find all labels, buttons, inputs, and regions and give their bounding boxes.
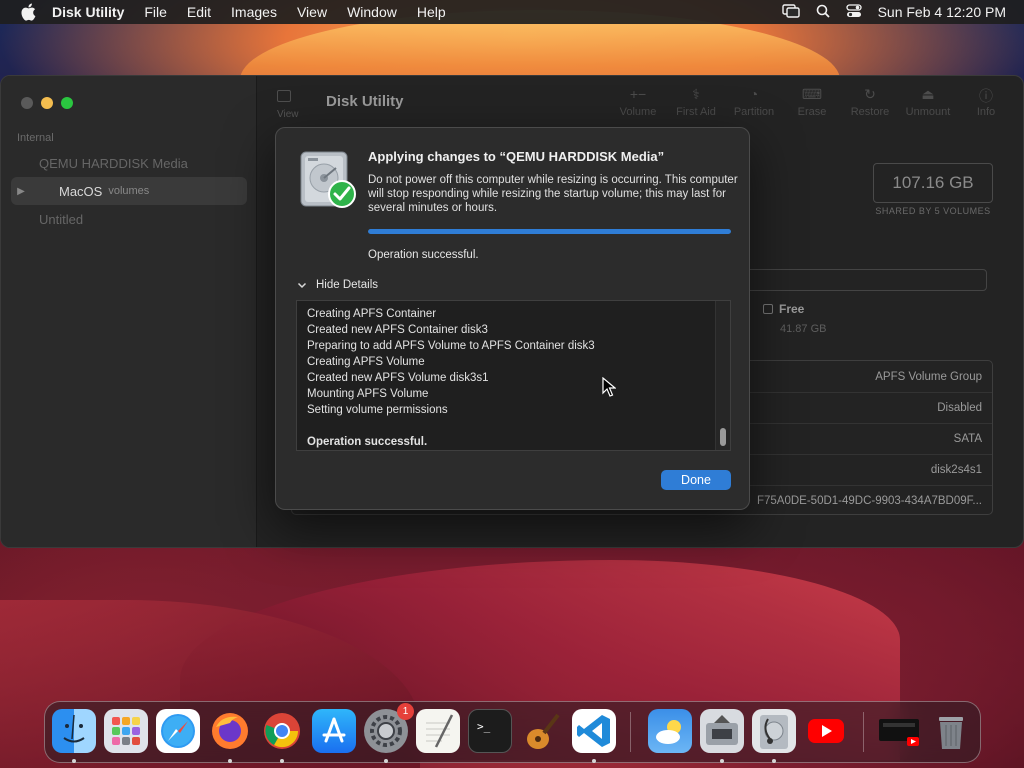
garageband-icon[interactable] xyxy=(520,709,564,753)
weather-icon[interactable] xyxy=(648,709,692,753)
menu-edit[interactable]: Edit xyxy=(187,4,211,20)
firefox-icon[interactable] xyxy=(208,709,252,753)
sidebar-item-qemu-harddisk[interactable]: QEMU HARDDISK Media xyxy=(11,149,247,177)
menu-app-name[interactable]: Disk Utility xyxy=(52,4,124,20)
apply-changes-dialog: Applying changes to “QEMU HARDDISK Media… xyxy=(275,127,750,510)
sidebar-item-label: QEMU HARDDISK Media xyxy=(39,155,188,171)
hide-details-toggle[interactable]: Hide Details xyxy=(296,279,378,291)
tool-restore[interactable]: ↻ Restore xyxy=(847,86,893,118)
log-line: Created new APFS Container disk3 xyxy=(307,324,488,336)
tool-info[interactable]: ⓘ Info xyxy=(963,86,1009,118)
progress-fill xyxy=(368,229,731,234)
log-line: Preparing to add APFS Volume to APFS Con… xyxy=(307,340,595,352)
volume-icon: +− xyxy=(629,86,647,102)
details-log[interactable]: Creating APFS Container Created new APFS… xyxy=(296,300,731,451)
hide-details-label: Hide Details xyxy=(316,279,378,291)
tool-partition[interactable]: ◔ Partition xyxy=(731,86,777,118)
vscode-icon[interactable] xyxy=(572,709,616,753)
progress-bar xyxy=(368,229,731,234)
view-button[interactable]: View xyxy=(277,90,311,120)
menu-clock[interactable]: Sun Feb 4 12:20 PM xyxy=(878,4,1006,20)
capacity-sublabel: SHARED BY 5 VOLUMES xyxy=(875,206,991,216)
chrome-icon[interactable] xyxy=(260,709,304,753)
screen-recorder-icon[interactable] xyxy=(877,709,921,753)
launchpad-icon[interactable] xyxy=(104,709,148,753)
free-swatch xyxy=(763,304,773,314)
log-line: Mounting APFS Volume xyxy=(307,388,429,400)
sidebar-item-label: MacOS xyxy=(59,183,103,199)
textedit-icon[interactable] xyxy=(416,709,460,753)
menu-help[interactable]: Help xyxy=(417,4,446,20)
first-aid-icon: ⚕ xyxy=(692,86,700,102)
minimize-button[interactable] xyxy=(41,97,53,109)
toolbar: View Disk Utility +− Volume ⚕ First Aid ◔ P… xyxy=(257,76,1023,128)
disk-utility-icon[interactable] xyxy=(752,709,796,753)
terminal-icon[interactable]: >_ xyxy=(468,709,512,753)
dialog-message: Do not power off this computer while res… xyxy=(368,174,738,214)
free-label: Free xyxy=(779,302,805,316)
sidebar: Internal QEMU HARDDISK Media ▶ MacOS vol… xyxy=(1,76,257,547)
menu-view[interactable]: View xyxy=(297,4,327,20)
window-controls xyxy=(21,97,73,109)
notification-badge: 1 xyxy=(397,703,414,720)
menu-images[interactable]: Images xyxy=(231,4,277,20)
info-icon: ⓘ xyxy=(979,88,993,104)
chevron-right-icon[interactable]: ▶ xyxy=(11,186,31,197)
done-button[interactable]: Done xyxy=(661,470,731,490)
screen-mirroring-icon[interactable] xyxy=(781,3,800,21)
free-value: 41.87 GB xyxy=(780,323,827,335)
log-line: Created new APFS Volume disk3s1 xyxy=(307,372,489,384)
menu-window[interactable]: Window xyxy=(347,4,397,20)
window-title: Disk Utility xyxy=(326,93,404,110)
free-legend: Free xyxy=(763,302,804,316)
menu-bar: Disk Utility File Edit Images View Windo… xyxy=(0,0,1024,24)
finder-icon[interactable] xyxy=(52,709,96,753)
safari-icon[interactable] xyxy=(156,709,200,753)
system-settings-icon[interactable]: 1 xyxy=(364,703,414,753)
erase-icon: ⌨ xyxy=(801,86,823,102)
apple-menu-icon[interactable] xyxy=(18,3,38,21)
trash-icon[interactable] xyxy=(929,709,973,753)
log-line: Creating APFS Volume xyxy=(307,356,425,368)
sidebar-item-sublabel: volumes xyxy=(108,185,150,197)
search-icon[interactable] xyxy=(816,4,830,21)
tool-first-aid[interactable]: ⚕ First Aid xyxy=(673,86,719,118)
boot-camp-icon[interactable] xyxy=(700,709,744,753)
mouse-pointer-icon xyxy=(602,376,617,397)
sidebar-item-untitled[interactable]: Untitled xyxy=(11,205,247,233)
restore-icon: ↻ xyxy=(864,86,876,102)
svg-text:>_: >_ xyxy=(477,720,491,733)
tool-volume[interactable]: +− Volume xyxy=(615,86,661,118)
partition-icon: ◔ xyxy=(749,86,759,102)
status-text: Operation successful. xyxy=(368,249,479,261)
scrollbar-thumb[interactable] xyxy=(720,428,726,446)
dock: 1 >_ xyxy=(44,701,981,763)
youtube-icon[interactable] xyxy=(804,709,848,753)
unmount-icon: ⏏ xyxy=(921,86,935,102)
usage-bar xyxy=(721,269,987,291)
close-button[interactable] xyxy=(21,97,33,109)
log-scrollbar[interactable] xyxy=(715,301,730,450)
view-label: View xyxy=(277,109,299,120)
dialog-heading: Applying changes to “QEMU HARDDISK Media… xyxy=(368,149,665,164)
hard-disk-check-icon xyxy=(298,148,358,212)
sidebar-item-label: Untitled xyxy=(39,211,84,227)
sidebar-section-label: Internal xyxy=(17,132,54,144)
chevron-down-icon[interactable] xyxy=(296,279,308,291)
menu-file[interactable]: File xyxy=(144,4,167,20)
log-line: Creating APFS Container xyxy=(307,308,437,320)
control-center-icon[interactable] xyxy=(845,3,862,21)
tool-erase[interactable]: ⌨ Erase xyxy=(789,86,835,118)
tool-unmount[interactable]: ⏏ Unmount xyxy=(905,86,951,118)
log-line: Setting volume permissions xyxy=(307,404,448,416)
app-store-icon[interactable] xyxy=(312,709,356,753)
log-line: Operation successful. xyxy=(307,436,428,448)
capacity-value: 107.16 GB xyxy=(873,163,993,203)
sidebar-item-macos[interactable]: ▶ MacOS volumes xyxy=(11,177,247,205)
zoom-button[interactable] xyxy=(61,97,73,109)
